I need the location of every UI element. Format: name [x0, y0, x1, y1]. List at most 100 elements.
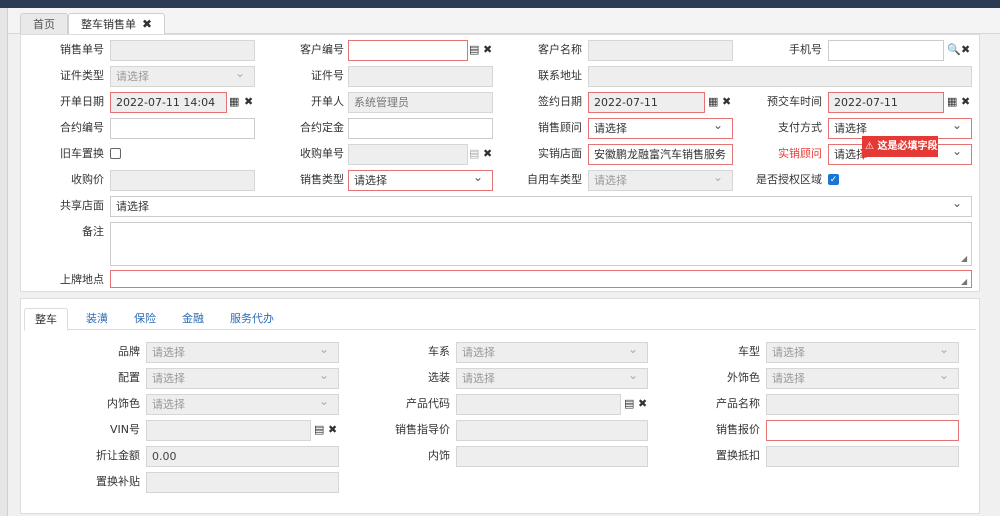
consultant-label: 销售顾问	[538, 121, 582, 134]
id-no-label: 证件号	[311, 69, 344, 82]
clear-icon[interactable]: ✖	[961, 92, 970, 112]
grid-icon[interactable]: ▤	[624, 394, 634, 414]
actual-consultant-label: 实销顾问	[778, 147, 822, 160]
model-select[interactable]: 请选择	[766, 342, 959, 363]
own-car-type-select[interactable]: 请选择	[588, 170, 733, 191]
interior-color-label: 内饰色	[107, 397, 140, 410]
customer-no-field[interactable]	[348, 40, 468, 61]
trade-in-label: 旧车置换	[60, 147, 104, 160]
top-header-bar	[0, 0, 1000, 8]
clear-icon[interactable]: ✖	[483, 144, 492, 164]
trade-offset-field	[766, 446, 959, 467]
authorized-area-label: 是否授权区域	[756, 173, 822, 186]
phone-label: 手机号	[789, 43, 822, 56]
exterior-color-label: 外饰色	[727, 371, 760, 384]
required-tip-text: 这是必填字段	[877, 141, 938, 152]
id-type-select[interactable]: 请选择	[110, 66, 255, 87]
order-no-label: 销售单号	[60, 43, 104, 56]
sale-type-select[interactable]: 请选择	[348, 170, 493, 191]
discount-label: 折让金额	[96, 449, 140, 462]
contract-no-label: 合约编号	[60, 121, 104, 134]
brand-select[interactable]: 请选择	[146, 342, 339, 363]
deposit-field[interactable]	[348, 118, 493, 139]
order-no-field	[110, 40, 255, 61]
close-icon[interactable]: ✖	[142, 17, 152, 31]
model-label: 车型	[738, 345, 760, 358]
grid-icon[interactable]: ▤	[469, 144, 479, 164]
grid-icon[interactable]: ▤	[314, 420, 324, 440]
tab-label: 整车销售单	[81, 18, 136, 31]
payment-label: 支付方式	[778, 121, 822, 134]
calendar-icon[interactable]: ▦	[947, 92, 957, 112]
id-type-label: 证件类型	[60, 69, 104, 82]
receipt-no-field	[348, 144, 468, 165]
own-car-type-label: 自用车类型	[527, 173, 582, 186]
customer-name-label: 客户名称	[538, 43, 582, 56]
authorized-area-checkbox[interactable]: ✓	[828, 174, 839, 185]
consultant-select[interactable]: 请选择	[588, 118, 733, 139]
address-label: 联系地址	[538, 69, 582, 82]
trade-in-checkbox[interactable]	[110, 148, 121, 159]
interior-color-select[interactable]: 请选择	[146, 394, 339, 415]
tab-vehicle-sales-order[interactable]: 整车销售单 ✖	[68, 13, 166, 35]
clear-icon[interactable]: ✖	[483, 40, 492, 60]
exterior-color-select[interactable]: 请选择	[766, 368, 959, 389]
vin-field	[146, 420, 311, 441]
store-select[interactable]: 安徽鹏龙融富汽车销售服务	[588, 144, 733, 165]
phone-field[interactable]	[828, 40, 944, 61]
left-edge	[0, 8, 8, 516]
shared-store-select[interactable]: 请选择	[110, 196, 972, 217]
tab-services[interactable]: 服务代办	[220, 308, 284, 331]
page-tab-bar: 首页 整车销售单 ✖	[8, 8, 1000, 35]
interior-label: 内饰	[428, 449, 450, 462]
product-name-field	[766, 394, 959, 415]
vin-label: VIN号	[110, 423, 140, 436]
brand-label: 品牌	[118, 345, 140, 358]
option-label: 选装	[428, 371, 450, 384]
tab-insurance[interactable]: 保险	[124, 308, 166, 331]
clear-icon[interactable]: ✖	[961, 40, 970, 60]
sign-date-field[interactable]: 2022-07-11	[588, 92, 705, 113]
remark-label: 备注	[82, 225, 104, 238]
customer-name-field	[588, 40, 733, 61]
sale-type-label: 销售类型	[300, 173, 344, 186]
product-name-label: 产品名称	[716, 397, 760, 410]
trade-offset-label: 置换抵扣	[716, 449, 760, 462]
product-code-label: 产品代码	[406, 397, 450, 410]
tab-decoration[interactable]: 装潢	[76, 308, 118, 331]
open-date-field[interactable]: 2022-07-11 14:04	[110, 92, 227, 113]
plate-location-textarea[interactable]	[110, 270, 972, 288]
customer-no-label: 客户编号	[300, 43, 344, 56]
tab-vehicle[interactable]: 整车	[24, 308, 68, 331]
contract-no-field[interactable]	[110, 118, 255, 139]
clear-icon[interactable]: ✖	[638, 394, 647, 414]
config-select[interactable]: 请选择	[146, 368, 339, 389]
interior-field	[456, 446, 648, 467]
tab-home-label: 首页	[33, 18, 55, 31]
series-select[interactable]: 请选择	[456, 342, 648, 363]
calendar-icon[interactable]: ▦	[708, 92, 718, 112]
guide-price-field	[456, 420, 648, 441]
receipt-no-label: 收购单号	[300, 147, 344, 160]
remark-textarea[interactable]	[110, 222, 972, 266]
trade-subsidy-label: 置换补贴	[96, 475, 140, 488]
option-select[interactable]: 请选择	[456, 368, 648, 389]
tab-finance[interactable]: 金融	[172, 308, 214, 331]
store-label: 实销店面	[538, 147, 582, 160]
search-icon[interactable]: 🔍	[947, 40, 961, 60]
delivery-time-field[interactable]: 2022-07-11	[828, 92, 944, 113]
clear-icon[interactable]: ✖	[328, 420, 337, 440]
tab-home[interactable]: 首页	[20, 13, 68, 35]
required-field-tooltip: ⚠ 这是必填字段	[862, 136, 938, 157]
deposit-label: 合约定金	[300, 121, 344, 134]
purchase-price-label: 收购价	[71, 173, 104, 186]
id-no-field	[348, 66, 493, 87]
discount-field: 0.00	[146, 446, 339, 467]
address-field	[588, 66, 972, 87]
shared-store-label: 共享店面	[60, 199, 104, 212]
clear-icon[interactable]: ✖	[722, 92, 731, 112]
quote-field[interactable]	[766, 420, 959, 441]
grid-icon[interactable]: ▤	[469, 40, 479, 60]
calendar-icon[interactable]: ▦	[229, 92, 239, 112]
clear-icon[interactable]: ✖	[244, 92, 253, 112]
